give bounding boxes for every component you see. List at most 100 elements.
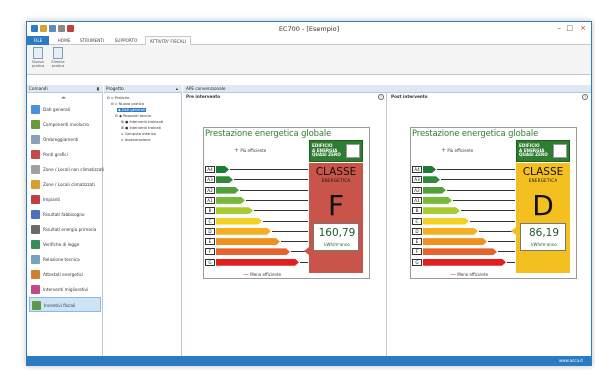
thermal-bridge-icon [31,150,40,159]
tree-node-interventi-trainati[interactable]: ⊞ ● Interventi trainati [121,126,161,130]
tab-home[interactable]: HOME [53,36,75,45]
energetica-label: ENERGETICA [528,178,558,183]
nav-item-dati-generali[interactable]: Dati generali [29,102,101,117]
nav-item-risultati-fabbisogno[interactable]: Risultati fabbisogno [29,207,101,222]
class-guide-line [461,210,515,212]
tree-node-interventi-trainanti[interactable]: ⊞ ● Interventi trainanti [121,120,163,124]
info-icon[interactable]: i [582,94,588,100]
nav-item-risultati-energia-primaria[interactable]: Risultati energia primaria [29,222,101,237]
class-guide-line [300,261,308,263]
energy-class-box: CLASSE ENERGETICA F 160,79 kWh/m²anno [309,163,363,273]
class-guide-line [507,261,515,263]
class-label: C [205,217,215,225]
nav-item-interventi-migliorativi[interactable]: Interventi migliorativi [29,282,101,297]
class-bar [216,238,280,245]
card-heading: Prestazione energetica globale [205,128,332,138]
class-label: B [205,207,215,215]
nav-item-verifiche-di-legge[interactable]: Verifiche di legge [29,237,101,252]
delete-document-icon [53,47,63,59]
envelope-icon [31,120,40,129]
minimize-button[interactable]: – [558,24,562,32]
close-button[interactable]: × [580,24,586,32]
class-guide-line [246,199,308,201]
results-demand-icon [31,210,40,219]
window-title: EC700 - [Esempio] [278,25,340,33]
class-row-a1: A1 [204,196,309,205]
class-label: A2 [205,186,215,194]
expand-arrows-icon[interactable]: ◂▸ [61,95,66,101]
classe-label: CLASSE [315,166,357,178]
general-data-icon [31,105,40,114]
tree-node-dati-generali[interactable]: ◆ Dati generali [117,108,147,112]
results-primary-energy-icon [31,225,40,234]
active-class-pointer [304,247,309,256]
class-label: D [412,227,422,235]
class-bar [216,207,253,214]
systems-icon [31,195,40,204]
more-efficient-label: + Più efficiente [234,147,267,154]
nav-item-zone-non-climatizzati[interactable]: Zone / Locali non climatizzati [29,162,104,177]
tab-strumenti[interactable]: STRUMENTI [77,36,107,45]
class-bar [216,218,262,225]
class-label: B [412,207,422,215]
new-practice-button[interactable]: Nuova pratica [29,47,47,68]
nav-item-attestati-energetici[interactable]: Attestati energetici [29,267,101,282]
section-title: Pre intervento [186,94,221,99]
class-bar [423,248,497,255]
tab-file[interactable]: FILE [27,36,49,45]
title-bar: EC700 - [Esempio] – □ × [27,22,591,36]
delete-practice-button[interactable]: Elimina pratica [49,47,67,68]
energy-unit: kWh/m²anno [324,242,350,247]
nzeb-box: EDIFICIO A ENERGIA QUASI ZERO [309,140,363,162]
class-label: D [205,227,215,235]
class-label: F [412,248,422,256]
nav-item-ombreggiamenti[interactable]: Ombreggiamenti [29,132,101,147]
section-title: Post intervento [391,94,428,99]
pin-icon[interactable]: ▴ [176,85,178,93]
shading-icon [31,135,40,144]
energy-value-box: 86,19 kWh/m²anno [520,223,566,251]
maximize-button[interactable]: □ [566,24,573,32]
nav-item-ponti-grafici[interactable]: Ponti grafici [29,147,101,162]
class-label: G [412,258,422,266]
class-guide-line [240,189,308,191]
class-bar [423,218,469,225]
app-window: EC700 - [Esempio] – □ × FILE HOME STRUME… [26,21,592,366]
tab-supporto[interactable]: SUPPORTO [111,36,141,45]
nav-item-zone-climatizzati[interactable]: Zone / Locali climatizzati [29,177,101,192]
nav-item-impianti[interactable]: Impianti [29,192,101,207]
nav-item-incentivi-fiscali[interactable]: Incentivi fiscali [29,297,101,312]
class-row-b: B [411,206,516,215]
energy-value: 160,79 [318,227,356,239]
class-row-f: F [204,247,309,256]
pin-icon[interactable]: ▮ [97,85,99,93]
info-icon[interactable]: i [378,94,384,100]
class-bar [423,187,446,194]
nzeb-checkbox [553,144,567,158]
less-efficient-label: — Meno efficiente [243,271,282,278]
tree-node-computo-metrico[interactable]: ▫ Computo metrico [121,132,156,136]
nav-item-relazione-tecnica[interactable]: Relazione tecnica [29,252,101,267]
tree-node-nuova-pratica[interactable]: ⊟ ▫ Nuova pratica [111,102,144,106]
class-row-a3: A3 [411,175,516,184]
class-bar [423,176,440,183]
class-guide-line [272,230,308,232]
nav-item-componenti-involucro[interactable]: Componenti involucro [29,117,101,132]
class-label: E [205,238,215,246]
class-row-c: C [204,217,309,226]
class-row-a3: A3 [204,175,309,184]
class-row-a4: A4 [204,165,309,174]
class-bar [423,207,460,214]
class-row-d: D [204,227,309,236]
class-label: A4 [412,166,422,173]
class-bar [423,197,452,204]
tree-node-requisiti-tecnici[interactable]: ⊟ ◆ Requisiti tecnici [115,114,151,118]
tree-node-pratiche[interactable]: ⊟ ▫ Pratiche [107,96,129,100]
energy-class-box: CLASSE ENERGETICA D 86,19 kWh/m²anno [516,163,570,273]
class-guide-line [230,169,308,170]
class-guide-line [281,241,308,243]
class-row-a1: A1 [411,196,516,205]
technical-report-icon [31,255,40,264]
tree-node-asseverazione[interactable]: ▫ Asseverazione [121,138,151,142]
class-bar [423,238,487,245]
